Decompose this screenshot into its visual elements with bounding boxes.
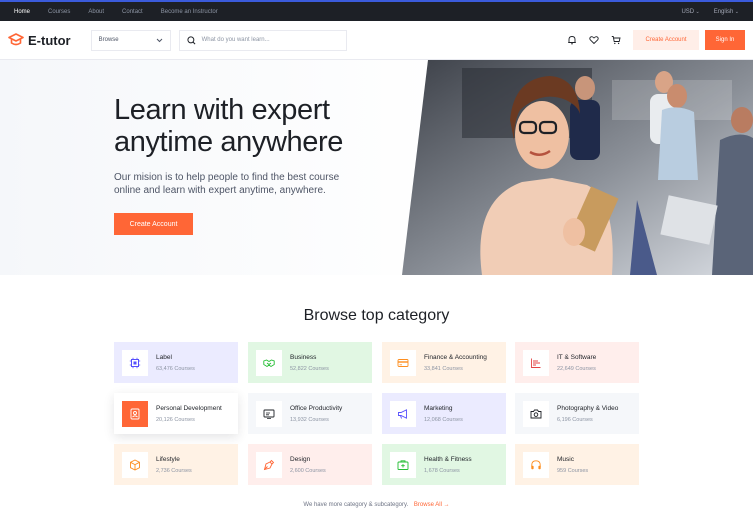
cpu-icon xyxy=(129,357,141,368)
nav-about[interactable]: About xyxy=(88,9,104,15)
search-icon xyxy=(187,35,196,44)
chevron-down-icon xyxy=(156,38,162,42)
category-icon-wrap xyxy=(523,400,549,427)
hero-subtitle: Our mision is to help people to find the… xyxy=(114,172,340,196)
category-icon-wrap xyxy=(122,349,148,376)
category-icon-wrap xyxy=(256,349,282,376)
package-icon xyxy=(130,458,140,471)
category-card-label[interactable]: Label 63,476 Courses xyxy=(114,342,238,383)
category-name: Marketing xyxy=(424,404,453,412)
category-icon-wrap xyxy=(256,451,282,478)
category-name: Business xyxy=(290,353,317,361)
hero-section: Learn with expert anytime anywhere Our m… xyxy=(0,60,753,275)
category-count: 22,649 Courses xyxy=(557,365,596,372)
category-name: IT & Software xyxy=(557,353,597,361)
category-count: 1,678 Courses xyxy=(424,467,460,474)
first-aid-icon xyxy=(397,459,409,470)
category-count: 959 Courses xyxy=(557,467,589,474)
chart-bar-icon xyxy=(531,358,541,368)
category-count: 52,822 Courses xyxy=(290,365,329,372)
camera-icon xyxy=(530,409,542,418)
category-name: Music xyxy=(557,455,574,463)
category-icon-wrap xyxy=(256,400,282,427)
search-box[interactable]: What do you want learn... xyxy=(178,29,347,51)
create-account-button[interactable]: Create Account xyxy=(633,30,699,50)
category-icon-wrap xyxy=(523,349,549,376)
categories-title: Browse top category xyxy=(303,307,450,324)
monitor-icon xyxy=(263,409,275,419)
category-card-music[interactable]: Music 959 Courses xyxy=(515,444,639,485)
top-nav-right: USD English xyxy=(681,9,739,15)
credit-card-icon xyxy=(397,358,409,367)
category-count: 6,196 Courses xyxy=(557,416,593,423)
category-icon-wrap xyxy=(122,400,148,427)
header-icons xyxy=(567,35,621,45)
category-count: 13,932 Courses xyxy=(290,416,329,423)
logo[interactable]: E-tutor xyxy=(8,33,71,48)
category-card-business[interactable]: Business 52,822 Courses xyxy=(248,342,372,383)
browse-all-note: We have more category & subcategory. Bro… xyxy=(0,502,753,508)
hero-title-line1: Learn with expert xyxy=(114,94,330,126)
category-name: Photography & Video xyxy=(557,404,619,412)
category-count: 2,600 Courses xyxy=(290,467,326,474)
logo-text: E-tutor xyxy=(28,32,71,48)
currency-select[interactable]: USD xyxy=(681,9,699,15)
nav-become-instructor[interactable]: Become an Instructor xyxy=(161,9,218,15)
nav-courses[interactable]: Courses xyxy=(48,9,70,15)
category-name: Health & Fitness xyxy=(424,455,472,463)
hero-photo xyxy=(402,60,753,275)
category-card-finance[interactable]: Finance & Accounting 33,841 Courses xyxy=(382,342,506,383)
category-card-lifestyle[interactable]: Lifestyle 2,736 Courses xyxy=(114,444,238,485)
bell-icon[interactable] xyxy=(567,35,577,45)
category-count: 33,841 Courses xyxy=(424,365,463,372)
category-card-personal-development[interactable]: Personal Development 20,126 Courses xyxy=(114,393,238,434)
category-card-photography-video[interactable]: Photography & Video 6,196 Courses xyxy=(515,393,639,434)
category-name: Label xyxy=(156,353,172,361)
category-count: 63,476 Courses xyxy=(156,365,195,372)
nav-contact[interactable]: Contact xyxy=(122,9,143,15)
category-card-health-fitness[interactable]: Health & Fitness 1,678 Courses xyxy=(382,444,506,485)
cart-icon[interactable] xyxy=(611,35,621,45)
category-card-marketing[interactable]: Marketing 12,068 Courses xyxy=(382,393,506,434)
hero-create-account-button[interactable]: Create Account xyxy=(114,213,193,235)
main-header: E-tutor Browse What do you want learn...… xyxy=(0,21,753,60)
category-icon-wrap xyxy=(390,349,416,376)
top-nav: Home Courses About Contact Become an Ins… xyxy=(14,9,218,15)
hero-title-line2: anytime anywhere xyxy=(114,126,343,158)
category-icon-wrap xyxy=(122,451,148,478)
category-icon-wrap xyxy=(523,451,549,478)
sign-in-button[interactable]: Sign In xyxy=(705,30,745,50)
category-card-design[interactable]: Design 2,600 Courses xyxy=(248,444,372,485)
graduation-cap-icon xyxy=(8,33,24,46)
category-name: Office Productivity xyxy=(290,404,343,412)
category-card-it-software[interactable]: IT & Software 22,649 Courses xyxy=(515,342,639,383)
category-icon-wrap xyxy=(390,400,416,427)
category-grid: Label 63,476 Courses Business 52,822 Cours… xyxy=(114,342,639,485)
browse-label: Browse xyxy=(98,37,119,43)
pen-nib-icon xyxy=(263,459,275,470)
headphones-icon xyxy=(531,459,541,469)
hero-title: Learn with expert anytime anywhere xyxy=(114,94,343,158)
browse-all-link[interactable]: Browse All → xyxy=(414,502,450,508)
category-name: Finance & Accounting xyxy=(424,353,487,361)
browse-all-text: We have more category & subcategory. xyxy=(303,502,409,508)
heart-icon[interactable] xyxy=(589,35,599,45)
category-card-office-productivity[interactable]: Office Productivity 13,932 Courses xyxy=(248,393,372,434)
handshake-icon xyxy=(263,359,275,367)
browse-dropdown[interactable]: Browse xyxy=(90,29,171,51)
category-count: 12,068 Courses xyxy=(424,416,463,423)
category-count: 2,736 Courses xyxy=(156,467,192,474)
search-input[interactable]: What do you want learn... xyxy=(202,37,270,43)
category-count: 20,126 Courses xyxy=(156,416,195,423)
category-name: Lifestyle xyxy=(156,455,180,463)
category-icon-wrap xyxy=(390,451,416,478)
category-name: Personal Development xyxy=(156,404,222,412)
language-select[interactable]: English xyxy=(714,9,739,15)
category-name: Design xyxy=(290,455,311,463)
top-nav-bar: Home Courses About Contact Become an Ins… xyxy=(0,0,753,21)
nav-home[interactable]: Home xyxy=(14,9,30,15)
id-card-icon xyxy=(130,408,140,419)
megaphone-icon xyxy=(398,408,407,419)
